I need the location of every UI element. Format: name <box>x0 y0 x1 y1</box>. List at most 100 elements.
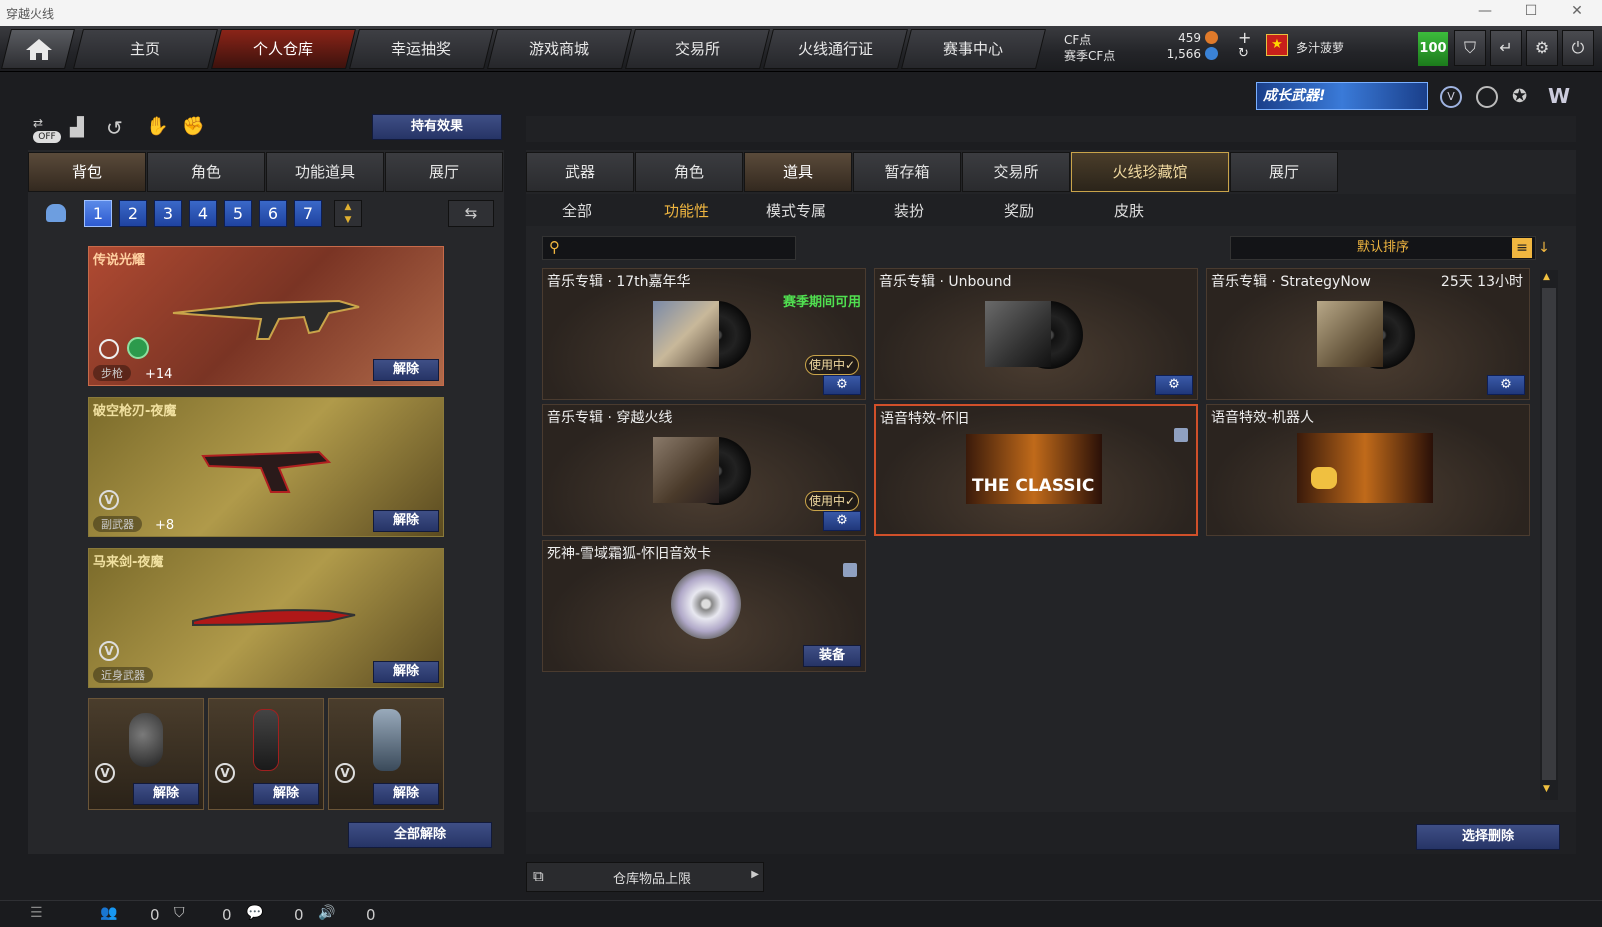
left-tab-function[interactable]: 功能道具 <box>266 152 384 192</box>
sort-dropdown[interactable]: 默认排序 <box>1230 236 1536 260</box>
nav-tab-shop[interactable]: 游戏商城 <box>487 29 632 69</box>
scroll-up-icon[interactable]: ▲ <box>1543 272 1550 282</box>
clan-count: 0 <box>222 906 232 924</box>
subtab-skin[interactable]: 皮肤 <box>1114 200 1144 221</box>
shield-button[interactable]: ⛉ <box>1454 30 1486 66</box>
weapon-card-melee[interactable]: 马来剑-夜魔 V 近身武器 解除 <box>88 548 444 688</box>
left-tab-character[interactable]: 角色 <box>147 152 265 192</box>
scrollbar-thumb[interactable] <box>1542 288 1556 780</box>
clan-icon[interactable]: ⛉ <box>174 905 185 921</box>
item-card-voice-classic[interactable]: 语音特效-怀旧 THE CLASSIC <box>874 404 1198 536</box>
toggle-off-badge[interactable]: OFF <box>33 131 61 143</box>
w-logo-icon[interactable]: W <box>1548 84 1572 108</box>
globe-icon[interactable] <box>1476 86 1498 108</box>
equip-button[interactable]: 装备 <box>803 645 861 667</box>
weapon-card-secondary[interactable]: 破空枪刃-夜魔 V 副武器 +8 解除 <box>88 397 444 537</box>
item-settings-button[interactable]: ⚙ <box>823 375 861 395</box>
subtab-reward[interactable]: 奖励 <box>1004 200 1034 221</box>
nav-tab-pass[interactable]: 火线通行证 <box>763 29 908 69</box>
history-icon[interactable]: ↺ <box>106 116 123 140</box>
bag-icon[interactable]: ✋ <box>146 116 168 137</box>
item-settings-button[interactable]: ⚙ <box>1487 375 1525 395</box>
storage-limit-bar[interactable]: ⧉ 仓库物品上限 ▶ <box>526 862 764 892</box>
nav-tab-lottery[interactable]: 幸运抽奖 <box>349 29 494 69</box>
left-tab-hall[interactable]: 展厅 <box>385 152 503 192</box>
v-badge-icon: V <box>335 763 355 783</box>
item-list-scrollbar[interactable]: ▲ ▼ <box>1540 270 1558 800</box>
item-card-album-cf[interactable]: 音乐专辑 · 穿越火线 使用中✓ ⚙ <box>542 404 866 536</box>
effects-button[interactable]: 持有效果 <box>372 114 502 140</box>
release-button[interactable]: 解除 <box>373 661 439 683</box>
username[interactable]: 多汁菠萝 <box>1296 39 1344 56</box>
glove-icon[interactable]: ✊ <box>182 116 204 137</box>
close-button[interactable]: ✕ <box>1562 3 1592 19</box>
power-button[interactable]: ⏻ <box>1562 30 1594 66</box>
right-tab-character[interactable]: 角色 <box>635 152 743 192</box>
release-button[interactable]: 解除 <box>373 510 439 532</box>
right-tab-collection[interactable]: 火线珍藏馆 <box>1071 152 1229 192</box>
right-tab-items[interactable]: 道具 <box>744 152 852 192</box>
minimize-button[interactable]: — <box>1470 3 1500 19</box>
nav-tab-exchange[interactable]: 交易所 <box>625 29 770 69</box>
search-input[interactable] <box>571 239 791 257</box>
back-button[interactable]: ↵ <box>1490 30 1522 66</box>
slot-2[interactable]: 2 <box>119 200 147 227</box>
search-field[interactable]: ⚲ <box>542 236 796 260</box>
vip-icon[interactable]: V <box>1440 86 1462 108</box>
select-delete-button[interactable]: 选择删除 <box>1416 824 1560 850</box>
nav-tab-warehouse[interactable]: 个人仓库 <box>211 29 356 69</box>
slot-1[interactable]: 1 <box>84 200 112 227</box>
menu-icon[interactable]: ☰ <box>30 905 43 921</box>
stats-icon[interactable]: ▟ <box>70 117 84 138</box>
item-card-voice-robot[interactable]: 语音特效-机器人 <box>1206 404 1530 536</box>
refresh-icon[interactable]: ↻ <box>1238 46 1249 61</box>
item-settings-button[interactable]: ⚙ <box>1155 375 1193 395</box>
subtab-dressup[interactable]: 装扮 <box>894 200 924 221</box>
medal-icon[interactable]: ✪ <box>1512 86 1534 108</box>
settings-button[interactable]: ⚙ <box>1526 30 1558 66</box>
release-all-button[interactable]: 全部解除 <box>348 822 492 848</box>
right-tab-exchange[interactable]: 交易所 <box>962 152 1070 192</box>
item-card-album-unbound[interactable]: 音乐专辑 · Unbound ⚙ <box>874 268 1198 400</box>
trash-icon[interactable] <box>843 563 857 577</box>
trash-icon[interactable] <box>1174 428 1188 442</box>
maximize-button[interactable]: ☐ <box>1516 3 1546 19</box>
right-tab-storage[interactable]: 暂存箱 <box>853 152 961 192</box>
slot-4[interactable]: 4 <box>189 200 217 227</box>
list-view-icon[interactable]: ≡ <box>1512 238 1532 258</box>
sort-direction-icon[interactable]: ↓ <box>1536 238 1552 258</box>
grenade-slot-2[interactable]: V 解除 <box>208 698 324 810</box>
nav-tab-home[interactable]: 主页 <box>73 29 218 69</box>
chat-icon[interactable]: 💬 <box>246 905 263 921</box>
grenade-slot-3[interactable]: V 解除 <box>328 698 444 810</box>
release-button[interactable]: 解除 <box>133 783 199 805</box>
nav-tab-events[interactable]: 赛事中心 <box>901 29 1046 69</box>
slot-scroll-arrows-icon[interactable]: ▲ ▼ <box>334 200 362 227</box>
right-tab-hall[interactable]: 展厅 <box>1230 152 1338 192</box>
item-settings-button[interactable]: ⚙ <box>823 511 861 531</box>
subtab-all[interactable]: 全部 <box>562 200 592 221</box>
volume-icon[interactable]: 🔊 <box>318 905 335 921</box>
slot-6[interactable]: 6 <box>259 200 287 227</box>
recharge-plus-icon[interactable]: + <box>1238 28 1251 47</box>
slot-7[interactable]: 7 <box>294 200 322 227</box>
item-card-album-strategynow[interactable]: 音乐专辑 · StrategyNow 25天 13小时 ⚙ <box>1206 268 1530 400</box>
home-button[interactable] <box>1 29 75 69</box>
growth-weapon-banner[interactable]: 成长武器! <box>1256 82 1428 110</box>
release-button[interactable]: 解除 <box>253 783 319 805</box>
weapon-card-rifle[interactable]: 传说光耀 步枪 +14 解除 <box>88 246 444 386</box>
release-button[interactable]: 解除 <box>373 783 439 805</box>
scroll-down-icon[interactable]: ▼ <box>1543 784 1550 794</box>
right-tab-weapons[interactable]: 武器 <box>526 152 634 192</box>
left-tab-backpack[interactable]: 背包 <box>28 152 146 192</box>
item-card-sound-card[interactable]: 死神-雪域霜狐-怀旧音效卡 装备 <box>542 540 866 672</box>
slot-5[interactable]: 5 <box>224 200 252 227</box>
subtab-mode[interactable]: 模式专属 <box>766 200 826 221</box>
swap-loadout-button[interactable]: ⇆ <box>448 200 494 227</box>
subtab-functional[interactable]: 功能性 <box>664 200 709 221</box>
item-card-album-17th[interactable]: 音乐专辑 · 17th嘉年华 赛季期间可用 使用中✓ ⚙ <box>542 268 866 400</box>
grenade-slot-1[interactable]: V 解除 <box>88 698 204 810</box>
slot-3[interactable]: 3 <box>154 200 182 227</box>
friends-icon[interactable]: 👥 <box>100 905 117 921</box>
release-button[interactable]: 解除 <box>373 359 439 381</box>
